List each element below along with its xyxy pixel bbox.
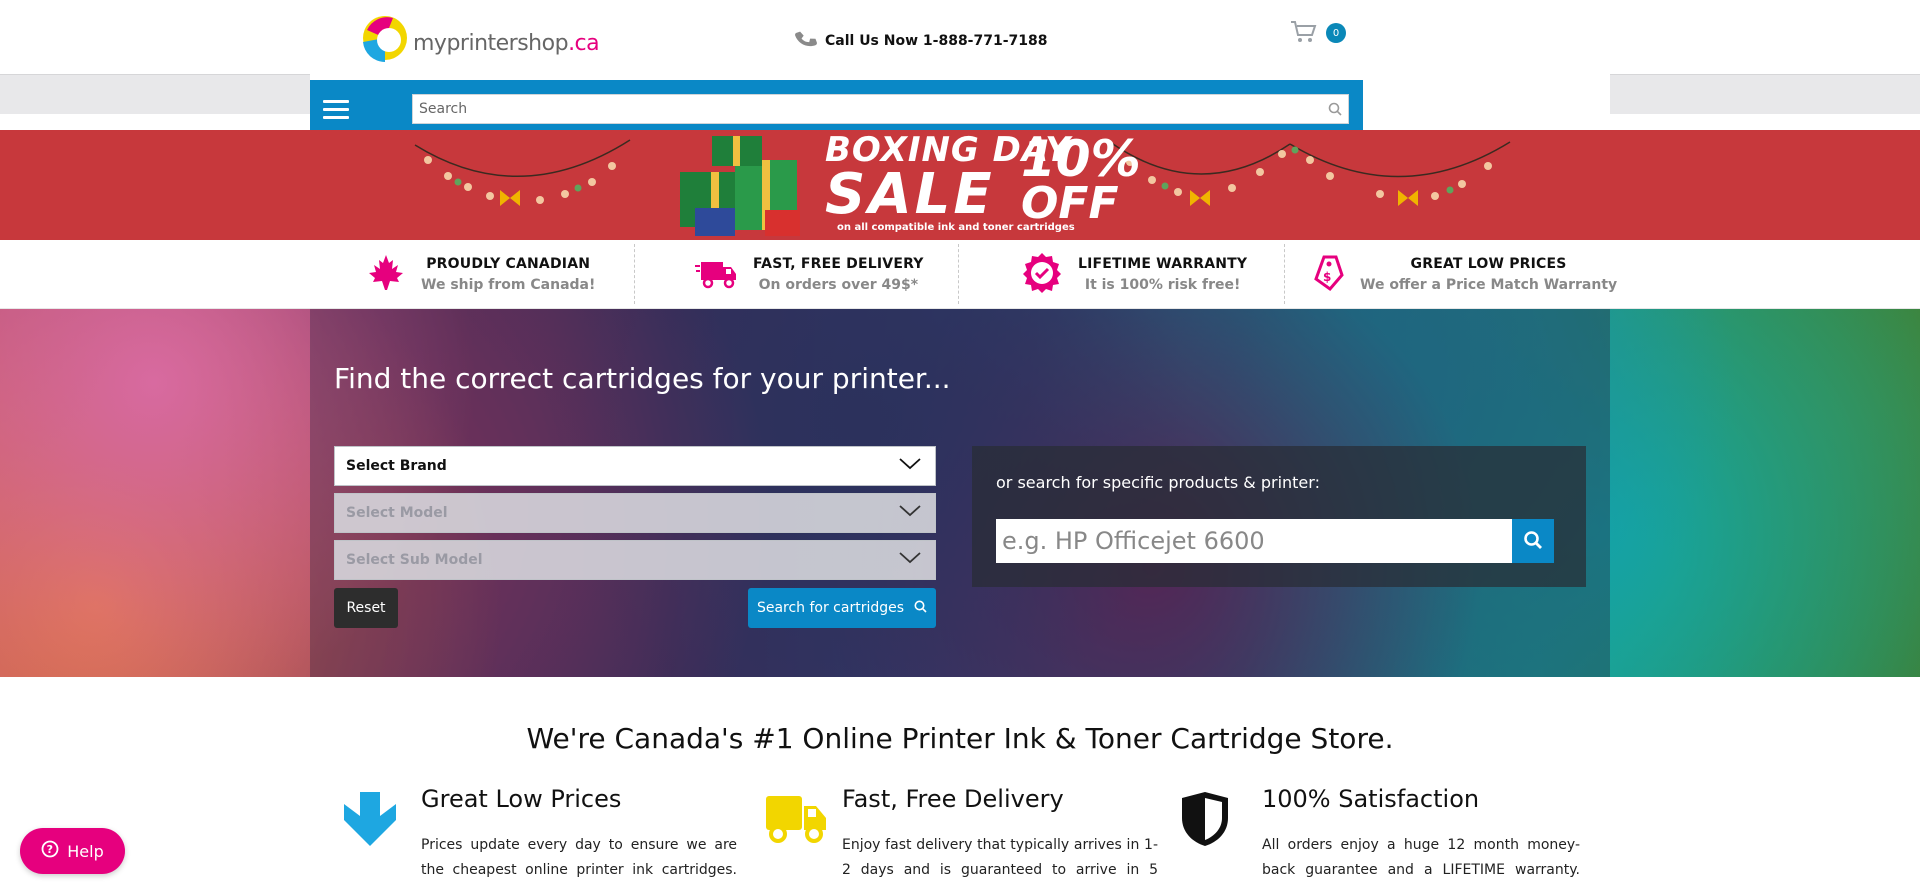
- feature-subtitle: We ship from Canada!: [421, 277, 596, 293]
- benefit-satisfaction: 100% Satisfaction All orders enjoy a hug…: [1262, 785, 1662, 888]
- benefit-body: Enjoy fast delivery that typically arriv…: [842, 837, 1158, 888]
- feature-title: GREAT LOW PRICES: [1410, 256, 1567, 272]
- hamburger-icon-line: [323, 115, 349, 119]
- benefit-title: Great Low Prices: [421, 785, 622, 813]
- benefit-body: Prices update every day to ensure we are…: [421, 837, 737, 888]
- model-select[interactable]: Select Model: [334, 493, 936, 533]
- product-search-label: or search for specific products & printe…: [996, 473, 1320, 492]
- svg-text:$: $: [1323, 270, 1331, 284]
- search-cartridges-button[interactable]: Search for cartridges: [748, 588, 936, 628]
- finder-title: Find the correct cartridges for your pri…: [334, 362, 951, 395]
- cart-button[interactable]: 0: [1290, 20, 1350, 50]
- logo-text: myprintershop.ca: [413, 30, 600, 56]
- model-select-label: Select Model: [346, 505, 448, 521]
- feature-divider: [1284, 244, 1285, 304]
- hamburger-icon: [323, 99, 349, 103]
- arrow-down-icon: [340, 790, 400, 852]
- logo-mark-icon: [355, 10, 415, 68]
- help-circle-icon: ?: [41, 840, 59, 862]
- page: myprintershop.ca Call Us Now 1-888-771-7…: [0, 0, 1920, 888]
- truck-icon: [764, 790, 828, 848]
- search-icon: [1523, 530, 1543, 553]
- feature-low-prices: $ GREAT LOW PRICES We offer a Price Matc…: [1310, 240, 1617, 309]
- store-tagline: We're Canada's #1 Online Printer Ink & T…: [526, 722, 1394, 755]
- submodel-select[interactable]: Select Sub Model: [334, 540, 936, 580]
- promo-banner[interactable]: BOXING DAY SALE 10% OFF on all compatibl…: [0, 130, 1920, 240]
- promo-text: BOXING DAY SALE 10% OFF on all compatibl…: [825, 130, 1141, 240]
- brand-select[interactable]: Select Brand: [334, 446, 936, 486]
- phone-label: Call Us Now 1-888-771-7188: [825, 33, 1048, 49]
- feature-lifetime-warranty: LIFETIME WARRANTY It is 100% risk free!: [1020, 240, 1247, 309]
- feature-title: LIFETIME WARRANTY: [1078, 256, 1248, 272]
- brand-select-label: Select Brand: [346, 458, 447, 474]
- search-icon: [914, 600, 927, 617]
- cart-icon: [1290, 21, 1318, 48]
- product-search-input[interactable]: [996, 519, 1512, 563]
- submodel-select-label: Select Sub Model: [346, 552, 483, 568]
- price-tag-icon: $: [1310, 253, 1346, 297]
- hamburger-icon-line: [323, 107, 349, 111]
- nav-band-right: [1610, 74, 1920, 114]
- gift-boxes-icon: [680, 136, 800, 236]
- delivery-truck-icon: [695, 254, 739, 296]
- promo-sale: SALE: [825, 162, 995, 227]
- site-logo[interactable]: myprintershop.ca: [355, 10, 600, 68]
- svg-text:?: ?: [47, 843, 53, 856]
- chevron-down-icon: [899, 458, 921, 474]
- site-search: [412, 94, 1349, 124]
- feature-subtitle: It is 100% risk free!: [1084, 277, 1241, 293]
- feature-subtitle: We offer a Price Match Warranty: [1360, 277, 1618, 293]
- feature-divider: [958, 244, 959, 304]
- product-search-button[interactable]: [1512, 519, 1554, 563]
- product-search-panel: [972, 446, 1586, 587]
- phone-contact[interactable]: Call Us Now 1-888-771-7188: [795, 28, 1048, 54]
- menu-button[interactable]: [310, 90, 362, 128]
- chevron-down-icon: [899, 505, 921, 521]
- cart-count-badge: 0: [1326, 23, 1346, 43]
- feature-subtitle: On orders over 49$*: [758, 277, 919, 293]
- search-icon[interactable]: [1322, 96, 1348, 122]
- feature-title: FAST, FREE DELIVERY: [753, 256, 924, 272]
- help-label: Help: [67, 841, 104, 861]
- product-search: [996, 519, 1554, 563]
- feature-fast-delivery: FAST, FREE DELIVERY On orders over 49$*: [695, 240, 924, 309]
- reset-button[interactable]: Reset: [334, 588, 398, 628]
- chevron-down-icon: [899, 552, 921, 568]
- logo-tld: .ca: [568, 30, 600, 56]
- promo-subline: on all compatible ink and toner cartridg…: [837, 222, 1075, 233]
- search-cartridges-label: Search for cartridges: [756, 600, 905, 616]
- features-strip: PROUDLY CANADIAN We ship from Canada! FA…: [0, 240, 1920, 309]
- site-header: myprintershop.ca Call Us Now 1-888-771-7…: [0, 0, 1920, 75]
- feature-divider: [634, 244, 635, 304]
- benefit-body: All orders enjoy a huge 12 month money-b…: [1262, 837, 1580, 888]
- site-search-input[interactable]: [413, 95, 1322, 123]
- maple-leaf-icon: [365, 252, 407, 298]
- help-button[interactable]: ? Help: [20, 828, 125, 874]
- phone-icon: [795, 28, 817, 54]
- shield-icon: [1180, 790, 1230, 852]
- nav-band-left: [0, 74, 310, 114]
- feature-title: PROUDLY CANADIAN: [426, 256, 591, 272]
- feature-proudly-canadian: PROUDLY CANADIAN We ship from Canada!: [365, 240, 595, 309]
- benefit-low-prices: Great Low Prices Prices update every day…: [421, 785, 821, 888]
- logo-brand: myprintershop: [413, 30, 569, 56]
- benefit-title: 100% Satisfaction: [1262, 785, 1480, 813]
- warranty-badge-icon: [1020, 251, 1064, 299]
